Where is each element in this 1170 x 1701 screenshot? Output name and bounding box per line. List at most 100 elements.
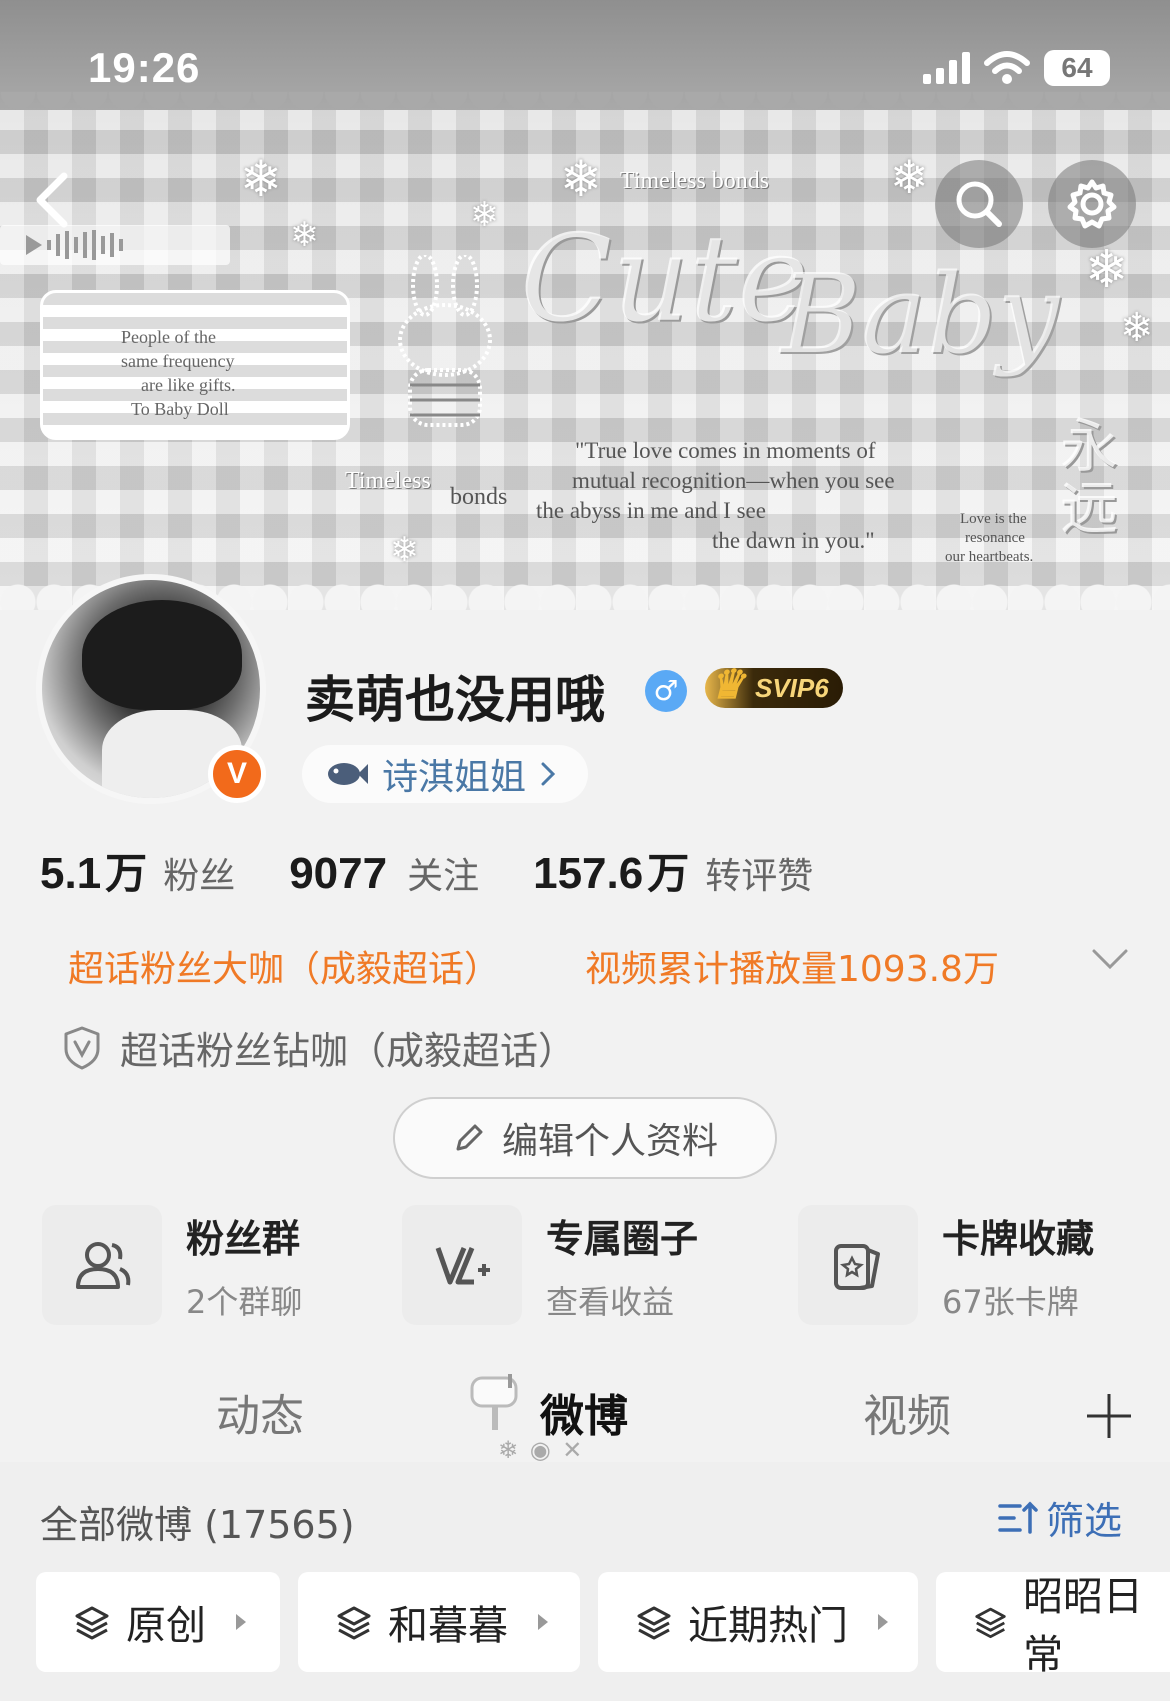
snowflake-icon: ❄: [390, 530, 419, 570]
svip-label: SVIP6: [755, 673, 829, 703]
vertical-deco-text: 永远: [1060, 412, 1119, 542]
card-icon: [798, 1205, 918, 1325]
signal-icon: [923, 52, 970, 84]
chip-label: 昭昭日常: [1023, 1574, 1144, 1678]
note-line: People of the: [121, 327, 216, 347]
pencil-icon: [456, 1124, 483, 1151]
layers-icon: [337, 1606, 371, 1640]
filter-button[interactable]: 筛选: [998, 1490, 1122, 1545]
fish-icon: [328, 763, 368, 785]
stat-number: 5.1: [40, 849, 102, 898]
quote-line: the abyss in me and I see: [536, 498, 766, 523]
layers-icon: [75, 1606, 109, 1640]
quote-block: "True love comes in moments of mutual re…: [520, 436, 895, 556]
settings-button[interactable]: [1048, 160, 1136, 248]
profile-tabs: 动态 微博 ❄ ◉ ✕ 视频: [0, 1360, 1170, 1464]
quote-line: the dawn in you.": [712, 528, 875, 553]
all-posts-count: 全部微博 (17565): [40, 1503, 355, 1547]
shield-v-icon: [64, 1026, 100, 1069]
feature-exclusive-circle[interactable]: 专属圈子 查看收益: [402, 1205, 698, 1325]
mailbox-icon: [470, 1374, 518, 1430]
chip-recent-hot[interactable]: 近期热门: [598, 1572, 918, 1672]
group-icon: [42, 1205, 162, 1325]
search-icon: [956, 181, 1002, 227]
stat-label: 粉丝: [163, 856, 236, 897]
profile-name: 卖萌也没用哦: [305, 671, 605, 729]
chip-label: 原创: [126, 1603, 206, 1649]
note-line: To Baby Doll: [131, 399, 229, 419]
tab-decoration: ❄ ◉ ✕: [498, 1436, 585, 1464]
snowflake-icon: ❄: [560, 150, 602, 208]
status-icons: 64: [923, 50, 1110, 86]
feature-fan-group[interactable]: 粉丝群 2个群聊: [42, 1205, 302, 1325]
feature-title: 专属圈子: [546, 1216, 699, 1261]
stat-number: 9077: [289, 849, 388, 898]
feature-subtitle: 67张卡牌: [942, 1282, 1079, 1321]
stat-interactions[interactable]: 157.6 万 转评赞: [533, 840, 813, 901]
waveform-decoration: [0, 225, 230, 265]
crown-icon: ♛: [709, 663, 745, 707]
svip-badge[interactable]: ♛ SVIP6: [705, 663, 843, 708]
snowflake-icon: ❄: [1085, 240, 1129, 300]
side-line: Love is the: [960, 511, 1027, 527]
feature-title: 粉丝群: [186, 1216, 301, 1261]
honor-video-plays[interactable]: 视频累计播放量1093.8万: [585, 940, 999, 992]
gear-icon: [1067, 179, 1117, 229]
filter-icon: [998, 1501, 1038, 1534]
tab-weibo[interactable]: 微博: [540, 1380, 628, 1444]
note-line: same frequency: [121, 351, 235, 371]
chevron-right-icon: [541, 762, 556, 786]
chip-label: 近期热门: [688, 1603, 848, 1649]
bunny-illustration: [398, 255, 492, 427]
battery-indicator: 64: [1044, 50, 1110, 86]
timeless-left: Timeless: [345, 468, 431, 494]
layers-icon: [637, 1606, 671, 1640]
tab-activity[interactable]: 动态: [216, 1380, 304, 1444]
honor-super-topic[interactable]: 超话粉丝大咖（成毅超话）: [68, 940, 500, 992]
snowflake-icon: ❄: [290, 215, 319, 255]
timeless-bonds-top: Timeless bonds: [620, 168, 770, 194]
profile-stats: 5.1 万 粉丝 9077 关注 157.6 万 转评赞: [40, 840, 867, 901]
stat-label: 转评赞: [705, 856, 814, 897]
profile-cover-banner: ❄ ❄ ❄ ❄ ❄ ❄ ❄ ❄ People of the same frequ…: [0, 0, 1170, 610]
back-button[interactable]: [28, 170, 88, 230]
verified-badge: V: [208, 745, 266, 803]
caret-right-icon: [878, 1614, 888, 1630]
banner-note-card: People of the same frequency are like gi…: [40, 290, 350, 440]
status-time: 19:26: [88, 44, 201, 91]
tab-video[interactable]: 视频: [863, 1380, 951, 1444]
stat-number: 157.6: [533, 849, 644, 898]
stat-followers[interactable]: 5.1 万 粉丝: [40, 840, 235, 901]
baby-title: Baby: [780, 250, 1059, 378]
edit-profile-button[interactable]: 编辑个人资料: [393, 1097, 777, 1179]
feature-subtitle: 2个群聊: [186, 1282, 303, 1321]
stat-unit: 万: [647, 849, 690, 898]
fan-group-chip[interactable]: 诗淇姐姐: [302, 745, 589, 803]
quote-line: mutual recognition—when you see: [572, 468, 895, 493]
category-chips: 原创 和暮暮 近期热门 昭昭日常: [36, 1572, 1170, 1678]
note-line: are like gifts.: [141, 375, 236, 395]
feature-card-collection[interactable]: 卡牌收藏 67张卡牌: [798, 1205, 1094, 1325]
stat-following[interactable]: 9077 关注: [289, 847, 479, 899]
bonds-left: bonds: [450, 484, 508, 510]
layers-icon: [975, 1607, 1006, 1639]
stat-unit: 万: [105, 849, 148, 898]
search-button[interactable]: [935, 160, 1023, 248]
cute-title: Cute: [520, 210, 809, 349]
caret-right-icon: [538, 1614, 548, 1630]
fan-group-label: 诗淇姐姐: [382, 757, 527, 798]
v-plus-icon: [402, 1205, 522, 1325]
chevron-down-icon[interactable]: [1090, 945, 1130, 975]
chip-hemumu[interactable]: 和暮暮: [298, 1572, 580, 1672]
side-line: our heartbeats.: [945, 549, 1034, 565]
side-line: resonance: [965, 530, 1025, 546]
plus-icon[interactable]: [1085, 1392, 1133, 1440]
caret-right-icon: [236, 1614, 246, 1630]
diamond-fan-badge[interactable]: 超话粉丝钻咖（成毅超话）: [62, 1020, 576, 1075]
snowflake-icon: ❄: [1120, 305, 1154, 351]
filter-label: 筛选: [1046, 1499, 1123, 1543]
quote-line: "True love comes in moments of: [575, 438, 876, 463]
chip-original[interactable]: 原创: [36, 1572, 280, 1672]
chip-zhaozhao-daily[interactable]: 昭昭日常: [936, 1572, 1170, 1678]
feature-subtitle: 查看收益: [546, 1282, 675, 1321]
